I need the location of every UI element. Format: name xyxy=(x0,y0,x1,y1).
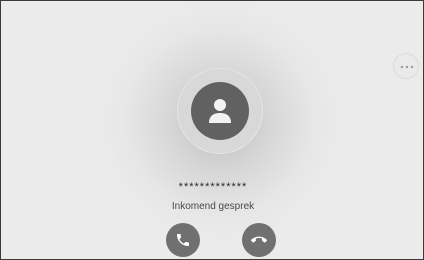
phone-accept-icon xyxy=(177,234,189,246)
caller-number: ************* xyxy=(178,181,248,193)
phone-hangup-icon xyxy=(251,236,267,243)
caller-avatar xyxy=(191,82,249,140)
call-status: Inkomend gesprek xyxy=(171,201,255,212)
more-horizontal-icon xyxy=(400,65,414,69)
incoming-call-screen: ************* Inkomend gesprek xyxy=(0,0,424,260)
accept-call-button[interactable] xyxy=(166,223,200,257)
person-icon xyxy=(209,99,231,123)
more-options-button[interactable] xyxy=(393,53,419,79)
decline-call-button[interactable] xyxy=(242,223,276,257)
